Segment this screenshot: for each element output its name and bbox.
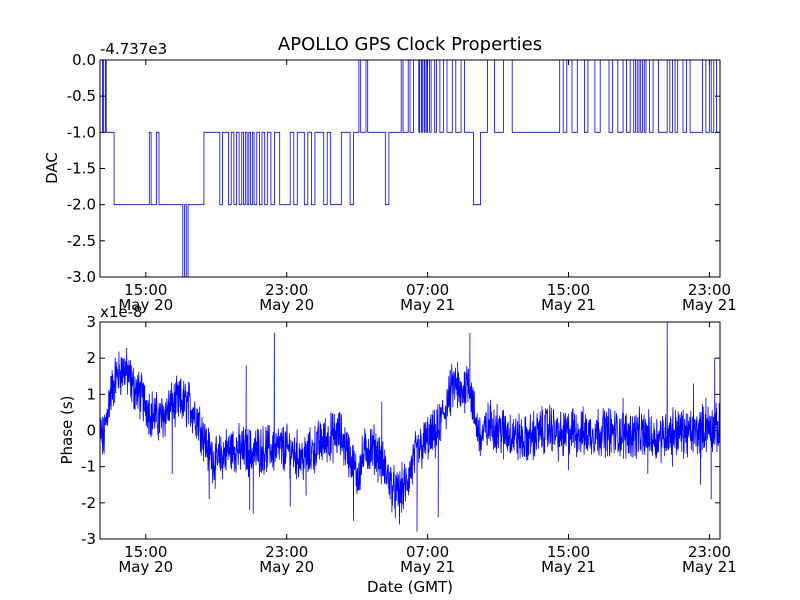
phase-offset-label: x1e-8 (100, 303, 143, 321)
dac-ytick-label: -3.0 (67, 268, 96, 286)
dac-ytick-label: -2.0 (67, 196, 96, 214)
phase-xtick-date: May 21 (682, 558, 737, 576)
dac-ytick-label: -2.5 (67, 232, 96, 250)
phase-ytick-label: -1 (81, 458, 96, 476)
dac-ytick-label: -1.0 (67, 123, 96, 141)
figure-canvas: APOLLO GPS Clock Properties -4.737e3 DAC… (0, 0, 800, 600)
phase-ytick-label: 1 (86, 385, 96, 403)
phase-ytick-label: -2 (81, 494, 96, 512)
dac-ytick-label: 0.0 (72, 51, 96, 69)
phase-ytick-label: 0 (86, 422, 96, 440)
dac-xtick-date: May 21 (682, 296, 737, 314)
dac-xtick-date: May 21 (541, 296, 596, 314)
phase-xtick-date: May 21 (400, 558, 455, 576)
dac-ytick-label: -1.5 (67, 160, 96, 178)
dac-ytick-label: -0.5 (67, 87, 96, 105)
phase-xtick-date: May 20 (118, 558, 173, 576)
phase-ytick-label: 3 (86, 313, 96, 331)
dac-offset-label: -4.737e3 (100, 40, 167, 58)
chart-title: APOLLO GPS Clock Properties (278, 34, 542, 55)
dac-ylabel: DAC (43, 152, 61, 184)
phase-ylabel: Phase (s) (58, 395, 76, 464)
phase-ytick-label: 2 (86, 349, 96, 367)
phase-xtick-date: May 20 (259, 558, 314, 576)
dac-xtick-date: May 21 (400, 296, 455, 314)
dac-xtick-date: May 20 (259, 296, 314, 314)
phase-xtick-date: May 21 (541, 558, 596, 576)
phase-ytick-label: -3 (81, 530, 96, 548)
x-axis-label: Date (GMT) (367, 578, 453, 596)
